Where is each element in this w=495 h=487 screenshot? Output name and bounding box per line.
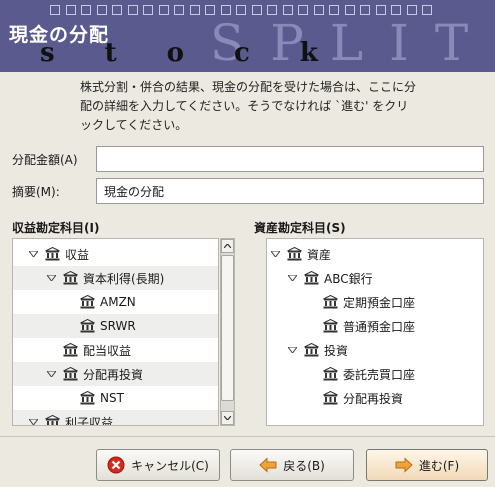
tree-row-label: AMZN (100, 295, 136, 309)
instructions-text: 株式分割・併合の結果、現金の分配を受けた場合は、ここに分配の詳細を入力してくださ… (80, 80, 417, 132)
tree-row-asset-reinvest[interactable]: 分配再投資 (267, 386, 483, 410)
memo-input[interactable] (96, 178, 484, 204)
tree-row-label: SRWR (100, 319, 136, 333)
tree-row-label: 利子収益 (65, 415, 114, 426)
asset-accounts-title: 資産勘定科目(S) (254, 221, 346, 235)
triangle-down-icon[interactable] (271, 251, 280, 257)
bank-icon (304, 271, 319, 285)
tree-row-label: 分配再投資 (343, 391, 404, 406)
triangle-down-icon[interactable] (288, 275, 297, 281)
bank-icon (323, 391, 338, 405)
tree-row-time-deposit[interactable]: 定期預金口座 (267, 290, 483, 314)
memo-row: 摘要(M): (12, 178, 484, 204)
bank-icon (304, 343, 319, 357)
amount-input[interactable] (96, 146, 484, 172)
tree-row-reinvest[interactable]: 分配再投資 (13, 362, 218, 386)
triangle-down-icon[interactable] (47, 371, 56, 377)
tree-row-abc-bank[interactable]: ABC銀行 (267, 266, 483, 290)
tree-row-amzn[interactable]: AMZN (13, 290, 218, 314)
tree-row-label: NST (100, 391, 124, 405)
tree-row-dividend-income[interactable]: 配当収益 (13, 338, 218, 362)
next-button[interactable]: 進む(F) (366, 449, 488, 481)
tree-row-label: 収益 (65, 247, 90, 262)
scroll-up-button[interactable] (221, 239, 234, 253)
tree-row-brokerage[interactable]: 委託売買口座 (267, 362, 483, 386)
asset-accounts-tree[interactable]: 資産 ABC銀行 定期預金口座 普通預金口座 投資 委託売買口座 分配再投資 (266, 238, 484, 426)
bank-icon (80, 319, 95, 333)
tree-row-label: 資本利得(長期) (83, 271, 165, 286)
arrow-left-icon (259, 456, 277, 474)
triangle-down-icon[interactable] (47, 275, 56, 281)
bank-icon (45, 415, 60, 425)
bank-icon (323, 319, 338, 333)
footer-separator (0, 436, 495, 437)
triangle-down-icon[interactable] (29, 251, 38, 257)
tree-row-label: 資産 (307, 247, 332, 262)
amount-row: 分配金額(A) (12, 146, 484, 172)
tree-row-label: 分配再投資 (83, 367, 144, 382)
tree-row-label: 投資 (324, 343, 349, 358)
bank-icon (63, 367, 78, 381)
cancel-label: キャンセル(C) (131, 458, 209, 473)
back-button[interactable]: 戻る(B) (230, 449, 354, 481)
next-label: 進む(F) (418, 458, 460, 473)
scroll-down-button[interactable] (221, 411, 234, 425)
tree-row-label: 定期預金口座 (343, 295, 416, 310)
income-accounts-title: 収益勘定科目(I) (12, 221, 100, 235)
tree-row-label: ABC銀行 (324, 271, 373, 286)
amount-label: 分配金額(A) (12, 152, 78, 167)
bank-icon (323, 295, 338, 309)
arrow-right-icon (395, 456, 413, 474)
page-title: 現金の分配 (9, 24, 110, 46)
bank-icon (80, 295, 95, 309)
income-accounts-tree[interactable]: 収益 資本利得(長期) AMZN SRWR 配当収益 分配再投資 NST 利子収… (12, 238, 219, 426)
bank-icon (63, 343, 78, 357)
bank-icon (45, 247, 60, 261)
tree-row-srwr[interactable]: SRWR (13, 314, 218, 338)
memo-label: 摘要(M): (12, 184, 60, 199)
bank-icon (80, 391, 95, 405)
bank-icon (287, 247, 302, 261)
tree-row-label: 配当収益 (83, 343, 132, 358)
tree-row-label: 普通預金口座 (343, 319, 416, 334)
tree-row-savings[interactable]: 普通預金口座 (267, 314, 483, 338)
cancel-icon (107, 456, 125, 474)
triangle-down-icon[interactable] (29, 419, 38, 425)
triangle-down-icon[interactable] (288, 347, 297, 353)
back-label: 戻る(B) (283, 458, 325, 473)
scrollbar-thumb[interactable] (221, 255, 234, 401)
tree-row-capital-gains-long[interactable]: 資本利得(長期) (13, 266, 218, 290)
tree-row-investments[interactable]: 投資 (267, 338, 483, 362)
tree-row-interest-income[interactable]: 利子収益 (13, 410, 218, 426)
banner: SPLIT stock 現金の分配 (0, 0, 495, 72)
tree-row-nst[interactable]: NST (13, 386, 218, 410)
bank-icon (323, 367, 338, 381)
bank-icon (63, 271, 78, 285)
tree-row-assets[interactable]: 資産 (267, 242, 483, 266)
cancel-button[interactable]: キャンセル(C) (96, 449, 220, 481)
income-tree-scrollbar[interactable] (220, 238, 235, 426)
tree-row-label: 委託売買口座 (343, 367, 416, 382)
tree-row-income[interactable]: 収益 (13, 242, 218, 266)
chevron-down-icon (224, 416, 231, 420)
chevron-up-icon (224, 244, 231, 248)
